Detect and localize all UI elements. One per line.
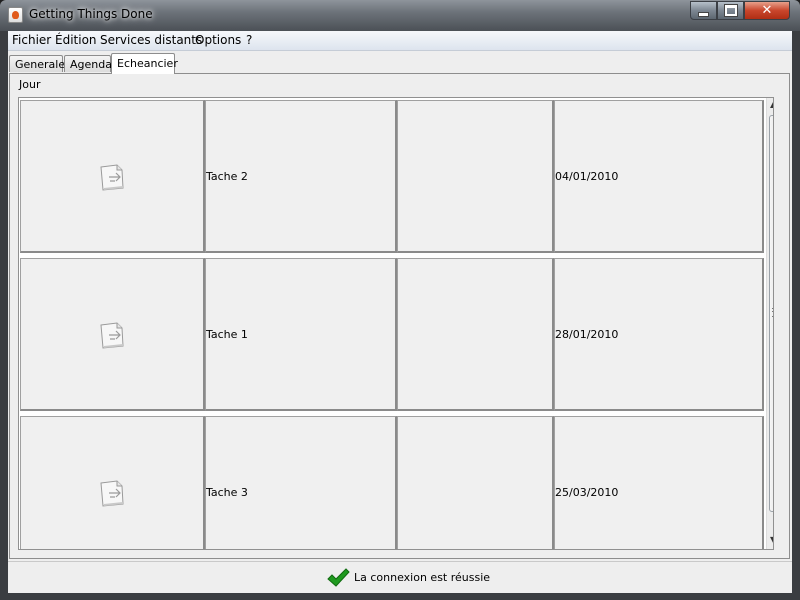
tab-echeancier[interactable]: Echeancier <box>111 53 178 74</box>
icon-cell[interactable] <box>20 100 205 253</box>
close-button[interactable]: ✕ <box>744 1 790 20</box>
app-window: Getting Things Done ✕ Fichier Édition Se… <box>0 0 800 600</box>
schedule-table: Tache 2 04/01/2010 Tache 1 28/01/2010 Ta… <box>18 97 774 550</box>
task-name: Tache 3 <box>206 486 248 499</box>
icon-cell[interactable] <box>20 416 205 549</box>
client-area: Fichier Édition Services distants Option… <box>8 31 792 593</box>
menu-help[interactable]: ? <box>246 33 252 47</box>
due-date: 04/01/2010 <box>555 170 619 183</box>
empty-cell[interactable] <box>397 258 554 411</box>
scroll-thumb[interactable] <box>769 115 773 512</box>
icon-cell[interactable] <box>20 258 205 411</box>
menu-fichier[interactable]: Fichier <box>12 33 51 47</box>
due-date: 25/03/2010 <box>555 486 619 499</box>
task-name-cell[interactable]: Tache 1 <box>205 258 397 411</box>
title-bar[interactable]: Getting Things Done ✕ <box>0 0 800 31</box>
task-name: Tache 1 <box>206 328 248 341</box>
table-row[interactable]: Tache 2 04/01/2010 <box>19 98 764 253</box>
grip-icon <box>772 308 773 317</box>
due-date: 28/01/2010 <box>555 328 619 341</box>
document-arrow-icon <box>100 322 124 349</box>
menu-edition[interactable]: Édition <box>55 33 97 47</box>
task-name-cell[interactable]: Tache 3 <box>205 416 397 549</box>
check-icon <box>327 568 350 587</box>
due-date-cell[interactable]: 28/01/2010 <box>554 258 764 411</box>
window-title: Getting Things Done <box>29 7 153 21</box>
table-row[interactable]: Tache 1 28/01/2010 <box>19 256 764 411</box>
minimize-button[interactable] <box>690 1 717 20</box>
vertical-scrollbar[interactable]: ▲ ▼ <box>766 98 773 549</box>
status-message: La connexion est réussie <box>354 571 491 584</box>
due-date-cell[interactable]: 04/01/2010 <box>554 100 764 253</box>
java-app-icon <box>8 7 23 23</box>
table-row[interactable]: Tache 3 25/03/2010 <box>19 414 764 549</box>
status-bar: La connexion est réussie <box>8 561 792 593</box>
scroll-down-arrow-icon[interactable]: ▼ <box>770 535 773 544</box>
panel-header-jour: Jour <box>19 78 41 91</box>
document-arrow-icon <box>100 480 124 507</box>
scroll-up-arrow-icon[interactable]: ▲ <box>770 100 773 109</box>
echeancier-panel: Jour Tache 2 04/01/2010 Tache 1 28/01/20… <box>9 73 790 559</box>
tab-agenda[interactable]: Agenda <box>64 55 112 72</box>
empty-cell[interactable] <box>397 416 554 549</box>
minimize-icon <box>698 12 709 17</box>
task-name-cell[interactable]: Tache 2 <box>205 100 397 253</box>
task-name: Tache 2 <box>206 170 248 183</box>
maximize-icon <box>723 4 738 17</box>
menu-services-distants[interactable]: Services distants <box>100 33 202 47</box>
maximize-button[interactable] <box>717 1 744 20</box>
empty-cell[interactable] <box>397 100 554 253</box>
menu-bar: Fichier Édition Services distants Option… <box>8 31 792 51</box>
document-arrow-icon <box>100 164 124 191</box>
due-date-cell[interactable]: 25/03/2010 <box>554 416 764 549</box>
tab-generale[interactable]: Generale <box>9 55 65 72</box>
menu-options[interactable]: Options <box>195 33 241 47</box>
